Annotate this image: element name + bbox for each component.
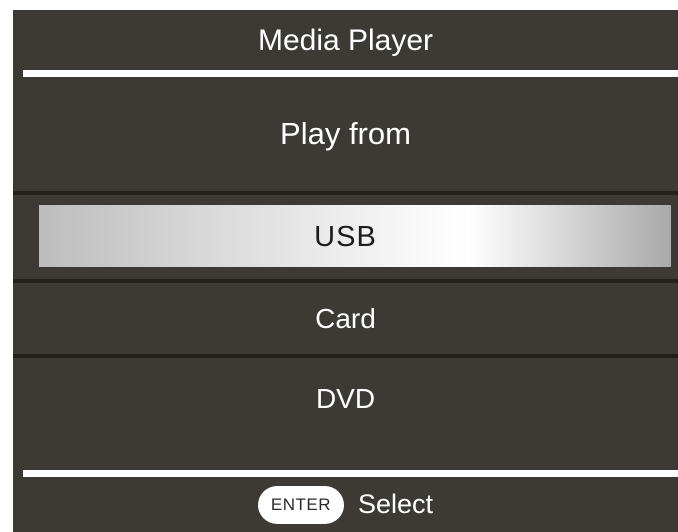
menu-item-usb[interactable]: USB <box>13 195 678 279</box>
media-player-osd: Media Player Play from USB Card DVD ENTE… <box>13 10 678 532</box>
footer-hint: ENTER Select <box>13 477 678 532</box>
menu-item-label: USB <box>314 220 377 253</box>
window-title: Media Player <box>257 24 434 57</box>
select-hint-label: Select <box>357 489 434 519</box>
menu-item-card[interactable]: Card <box>13 283 678 354</box>
menu-prompt: Play from <box>280 116 411 151</box>
title-divider <box>23 70 678 77</box>
menu-item-label: DVD <box>315 383 376 414</box>
menu-item-label: Card <box>315 302 376 334</box>
footer-divider <box>23 470 678 477</box>
enter-key-badge[interactable]: ENTER <box>257 485 344 524</box>
menu-item-dvd[interactable]: DVD <box>13 358 678 440</box>
